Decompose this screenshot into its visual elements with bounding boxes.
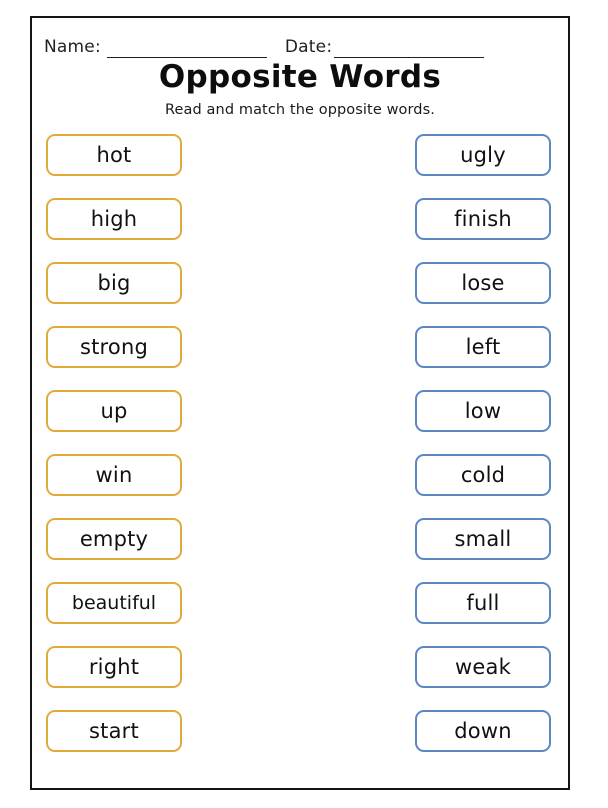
page-subtitle: Read and match the opposite words. [165,102,435,118]
word-box-left[interactable]: hot [46,134,182,176]
word-box-right[interactable]: cold [415,454,551,496]
word-box-right[interactable]: weak [415,646,551,688]
word-label: down [454,718,512,743]
word-box-right[interactable]: lose [415,262,551,304]
date-label: Date: [284,37,333,57]
worksheet-page: Name: Date: Opposite Words Read and matc… [30,16,570,790]
word-box-left[interactable]: start [46,710,182,752]
word-box-right[interactable]: small [415,518,551,560]
word-label: start [89,718,139,743]
word-label: ugly [460,142,506,167]
date-field: Date: [284,37,485,58]
word-label: hot [96,142,132,167]
right-word-column: ugly finish lose left low cold small ful… [415,134,551,752]
page-title: Opposite Words [158,59,442,95]
word-box-left[interactable]: strong [46,326,182,368]
word-label: full [466,590,500,615]
word-label: lose [461,270,505,295]
word-box-left[interactable]: big [46,262,182,304]
word-label: win [95,462,133,487]
name-date-row: Name: Date: [44,28,560,58]
word-label: weak [455,654,511,679]
word-box-right[interactable]: finish [415,198,551,240]
word-label: strong [79,334,149,359]
name-write-line[interactable] [106,56,267,58]
word-box-left[interactable]: high [46,198,182,240]
word-box-right[interactable]: full [415,582,551,624]
word-label: low [464,398,502,423]
date-write-line[interactable] [334,56,485,58]
word-label: finish [454,206,512,231]
name-field: Name: [44,39,267,58]
word-label: big [97,270,131,295]
word-box-right[interactable]: down [415,710,551,752]
word-label: up [100,398,128,423]
word-label: beautiful [71,591,157,614]
word-box-right[interactable]: ugly [415,134,551,176]
word-label: empty [79,526,149,551]
matching-columns: hot high big strong up win empty beautif… [32,134,568,774]
word-box-left[interactable]: empty [46,518,182,560]
word-box-right[interactable]: left [415,326,551,368]
word-box-left[interactable]: beautiful [46,582,182,624]
word-box-right[interactable]: low [415,390,551,432]
word-label: small [454,526,512,551]
left-word-column: hot high big strong up win empty beautif… [46,134,182,752]
word-label: left [465,334,501,359]
word-label: right [88,654,140,679]
name-label: Name: [44,37,101,57]
word-box-left[interactable]: win [46,454,182,496]
word-label: high [90,206,138,231]
word-box-left[interactable]: up [46,390,182,432]
word-label: cold [460,462,506,487]
word-box-left[interactable]: right [46,646,182,688]
